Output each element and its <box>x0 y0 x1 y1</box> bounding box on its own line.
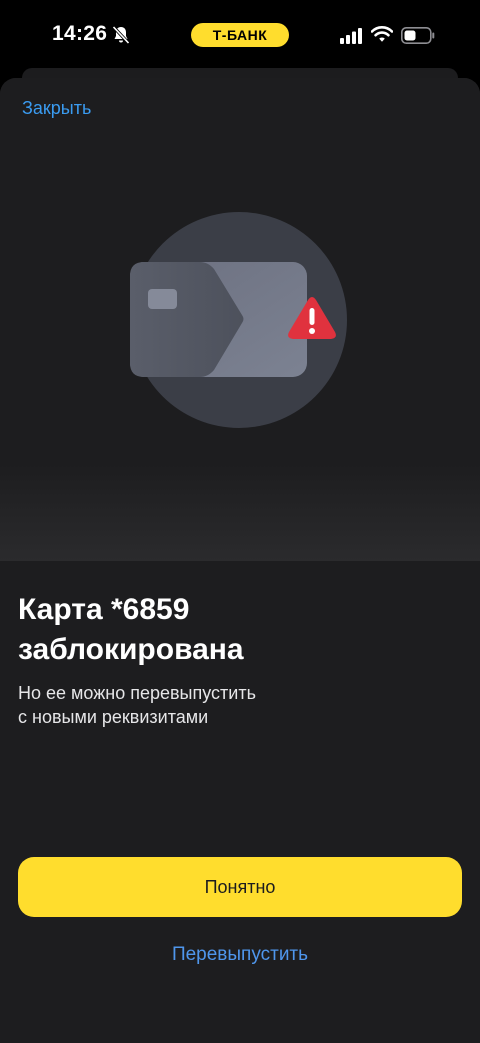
cellular-signal-icon <box>340 28 362 44</box>
status-bar: 14:26 Т-БАНК <box>0 0 480 72</box>
page-title: Карта *6859 заблокирована <box>18 590 458 670</box>
hero-area: Закрыть <box>0 78 480 561</box>
ok-button[interactable]: Понятно <box>18 857 462 917</box>
battery-icon <box>401 27 435 44</box>
subtitle-line-2: с новыми реквизитами <box>18 707 209 727</box>
title-line-2: заблокирована <box>18 633 244 666</box>
blocked-card-illustration <box>130 212 347 428</box>
wifi-icon <box>371 26 393 42</box>
bell-muted-icon <box>112 25 130 45</box>
close-button[interactable]: Закрыть <box>22 98 91 119</box>
title-line-1: Карта *6859 <box>18 593 190 626</box>
subtitle-line-1: Но ее можно перевыпустить <box>18 683 256 703</box>
blocked-card-sheet: Закрыть Карта *6859 заблокирована Но ее … <box>0 78 480 1043</box>
bank-pill[interactable]: Т-БАНК <box>191 23 289 47</box>
reissue-button[interactable]: Перевыпустить <box>0 944 480 966</box>
subtitle: Но ее можно перевыпустить с новыми рекви… <box>18 681 458 729</box>
status-time: 14:26 <box>52 22 108 45</box>
